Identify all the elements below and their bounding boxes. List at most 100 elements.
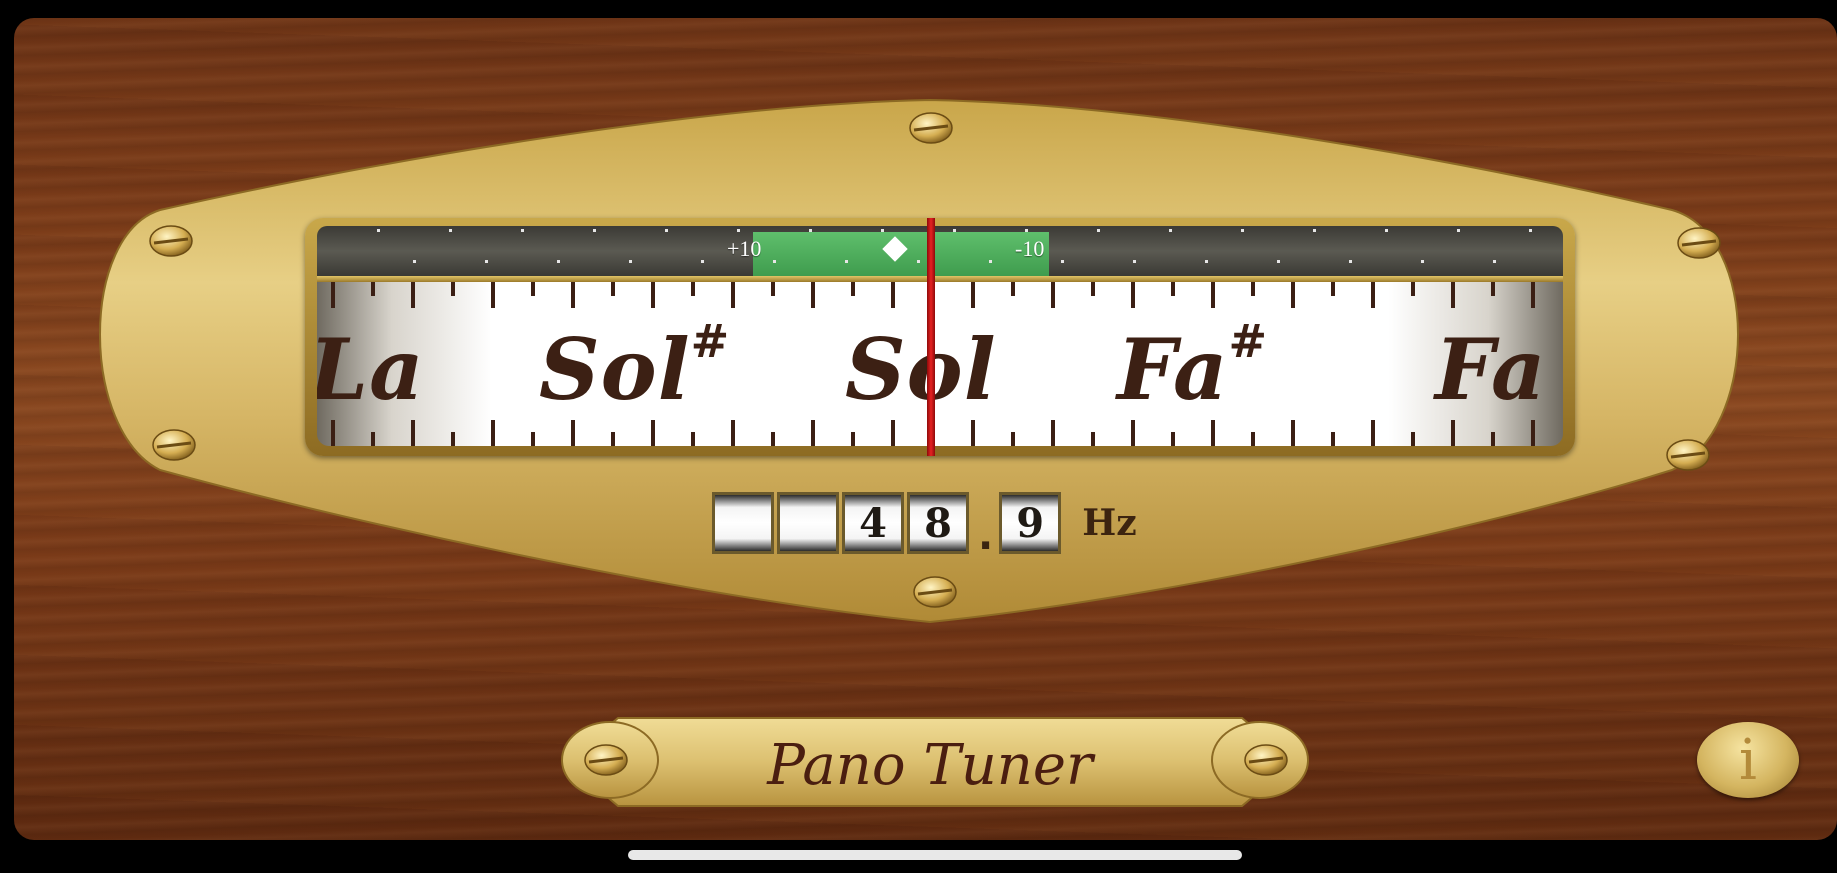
cents-tick — [1313, 229, 1316, 232]
cents-tick — [1205, 260, 1208, 263]
note-scale-tick — [691, 282, 695, 296]
note-scale-tick — [331, 420, 335, 446]
frequency-digit: 8 — [907, 492, 969, 554]
cents-tick — [593, 229, 596, 232]
note-scale-tick — [1291, 420, 1295, 446]
note-scale-tick — [651, 420, 655, 446]
note-scale-tick — [371, 282, 375, 296]
info-button[interactable]: i — [1697, 722, 1799, 798]
cents-tick — [701, 260, 704, 263]
note-label-la: La — [317, 320, 425, 419]
note-scale-tick — [531, 432, 535, 446]
cents-tick — [737, 229, 740, 232]
note-scale-tick — [1331, 432, 1335, 446]
cents-tick — [845, 260, 848, 263]
cents-tick — [1025, 229, 1028, 232]
note-scale-tick — [571, 420, 575, 446]
cents-tick — [881, 229, 884, 232]
note-scale-tick — [571, 282, 575, 308]
cents-tick — [1385, 229, 1388, 232]
note-label-sol-sharp: Sol# — [539, 314, 731, 419]
note-scale-tick — [1531, 282, 1535, 308]
cents-tick — [989, 260, 992, 263]
note-scale-tick — [1051, 282, 1055, 308]
cents-tick — [413, 260, 416, 263]
frequency-digit — [777, 492, 839, 554]
cents-tick — [773, 260, 776, 263]
cents-tick — [1169, 229, 1172, 232]
cents-tick — [629, 260, 632, 263]
cents-scale: +10 -10 — [317, 226, 1563, 276]
note-scale-tick — [1251, 282, 1255, 296]
note-scale-tick — [1491, 282, 1495, 296]
note-scale-tick — [851, 432, 855, 446]
note-scale-tick — [491, 282, 495, 308]
cents-tick — [953, 229, 956, 232]
cents-tick — [377, 229, 380, 232]
note-scale-tick — [611, 282, 615, 296]
note-scale-tick — [451, 432, 455, 446]
cents-tick — [1529, 229, 1532, 232]
cents-tick — [1421, 260, 1424, 263]
note-scale-tick — [811, 420, 815, 446]
frequency-counter: 4 8 . 9 Hz — [712, 487, 1137, 559]
note-scale-tick — [691, 432, 695, 446]
cents-tick — [1349, 260, 1352, 263]
note-scale-tick — [491, 420, 495, 446]
tuning-needle — [927, 218, 935, 456]
frequency-digit — [712, 492, 774, 554]
home-indicator[interactable] — [628, 850, 1242, 860]
note-scale-tick — [1531, 420, 1535, 446]
note-scale-tick — [1171, 282, 1175, 296]
note-scale-tick — [1451, 420, 1455, 446]
note-scale-tick — [1211, 282, 1215, 308]
cents-tick — [521, 229, 524, 232]
note-scale-tick — [811, 282, 815, 308]
note-scale-tick — [1091, 282, 1095, 296]
cents-tick — [665, 229, 668, 232]
cents-tick — [1277, 260, 1280, 263]
note-scale-tick — [771, 432, 775, 446]
decimal-point: . — [978, 513, 994, 559]
note-scale-tick — [971, 282, 975, 308]
note-strip: La Sol# Sol Fa# Fa — [317, 282, 1563, 446]
note-scale-tick — [1131, 282, 1135, 308]
note-scale-tick — [1211, 420, 1215, 446]
note-scale-tick — [411, 282, 415, 308]
note-scale-tick — [1131, 420, 1135, 446]
note-scale-tick — [411, 420, 415, 446]
note-label-fa: Fa — [1435, 320, 1547, 419]
note-scale-tick — [531, 282, 535, 296]
note-scale-tick — [451, 282, 455, 296]
note-scale-tick — [651, 282, 655, 308]
note-scale-tick — [891, 420, 895, 446]
note-scale-tick — [771, 282, 775, 296]
note-label-fa-sharp: Fa# — [1117, 314, 1269, 419]
cents-tick — [1097, 229, 1100, 232]
cents-tick — [809, 229, 812, 232]
cents-tick — [1493, 260, 1496, 263]
note-scale-tick — [1251, 432, 1255, 446]
note-scale-tick — [1011, 432, 1015, 446]
note-scale-tick — [1171, 432, 1175, 446]
note-scale-tick — [851, 282, 855, 296]
cents-minus-label: -10 — [1015, 236, 1045, 261]
note-scale-tick — [1291, 282, 1295, 308]
tuner-display: +10 -10 La Sol# Sol Fa# Fa — [305, 218, 1575, 456]
cents-tick — [557, 260, 560, 263]
frequency-digit: 4 — [842, 492, 904, 554]
note-scale-tick — [891, 282, 895, 308]
app-title: Pano Tuner — [767, 733, 1093, 798]
cents-tick — [485, 260, 488, 263]
info-icon: i — [1739, 727, 1757, 793]
note-scale-tick — [1371, 420, 1375, 446]
cents-tick — [1241, 229, 1244, 232]
note-scale-tick — [1371, 282, 1375, 308]
cents-plus-label: +10 — [727, 236, 762, 261]
note-scale-tick — [1491, 432, 1495, 446]
note-scale-tick — [731, 420, 735, 446]
cents-tick — [1133, 260, 1136, 263]
cents-tick — [917, 260, 920, 263]
note-scale-tick — [731, 282, 735, 308]
note-scale-tick — [1331, 282, 1335, 296]
